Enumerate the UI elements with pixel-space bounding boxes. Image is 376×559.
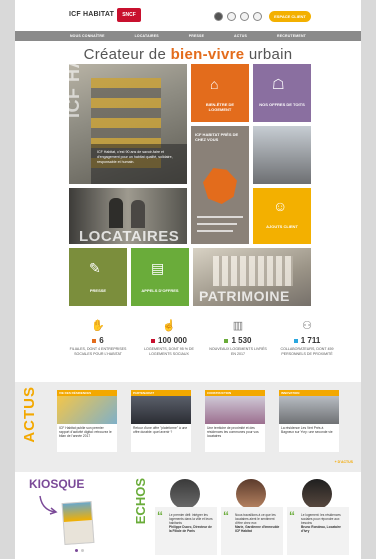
feather-icon: ✎ <box>89 260 101 276</box>
page: ICF HABITAT SNCF ESPACE CLIENT NOUS CONN… <box>15 0 361 559</box>
quote-icon: “ <box>289 509 295 523</box>
header: ICF HABITAT SNCF ESPACE CLIENT <box>15 0 361 30</box>
avatar <box>236 479 266 509</box>
actus-section: ACTUS VIE DES RÉSIDENCES ICF Habitat pub… <box>15 382 361 472</box>
sncf-badge: SNCF <box>117 8 141 22</box>
tile-biens[interactable]: ⌂ BIEN-ÊTRE DE LOGEMENT <box>191 64 249 122</box>
tile-map[interactable]: ICF HABITAT PRÈS DE CHEZ VOUS <box>191 126 249 244</box>
kiosque-title: KIOSQUE <box>29 477 85 491</box>
stat-nouveaux: ▥ 1 530 NOUVEAUX LOGEMENTS LIVRÉS EN 201… <box>209 320 267 356</box>
building-photo[interactable]: ICF Habitat, c'est 90 ans de savoir-fair… <box>69 64 187 184</box>
nav-item-locataires[interactable]: LOCATAIRES <box>135 34 159 38</box>
news-card[interactable]: INNOVATION La résidence Les Vert Prés à … <box>279 390 339 452</box>
news-card[interactable]: PARTENARIAT Retour d'une offre "platefor… <box>131 390 191 452</box>
main-nav: NOUS CONNAÎTRE LOCATAIRES PRESSE ACTUS R… <box>15 31 361 41</box>
news-image <box>57 396 117 424</box>
people-icon: ⚇ <box>302 320 312 332</box>
news-image <box>205 396 265 424</box>
france-map-icon <box>203 168 237 204</box>
quote-icon: “ <box>223 509 229 523</box>
nav-item-presse[interactable]: PRESSE <box>189 34 204 38</box>
carousel-dot[interactable] <box>81 549 84 552</box>
avatar <box>302 479 332 509</box>
carousel-dot[interactable] <box>75 549 78 552</box>
locataires-photo[interactable]: LOCATAIRES <box>69 188 187 244</box>
social-icon[interactable] <box>227 12 236 21</box>
magazine-cover[interactable] <box>61 501 95 545</box>
quote-icon: “ <box>157 509 163 523</box>
patrimoine-photo[interactable]: PATRIMOINE <box>193 248 311 306</box>
locataires-label: LOCATAIRES <box>79 228 180 244</box>
arrow-icon <box>39 495 58 515</box>
icf-vertical-word: ICF HABITAT <box>69 64 84 118</box>
stat-logements: ☝ 100 000 LOGEMENTS, DONT 95 % DE LOGEME… <box>139 319 199 356</box>
accessibility-icon[interactable] <box>214 12 223 21</box>
nav-item-nous-connaitre[interactable]: NOUS CONNAÎTRE <box>70 34 105 38</box>
hands-icon: ✋ <box>91 320 105 332</box>
echos-title: ECHOS <box>133 478 148 525</box>
client-space-button[interactable]: ESPACE CLIENT <box>269 11 311 22</box>
news-card[interactable]: CONSTRUCTION Une territoire de proximité… <box>205 390 265 452</box>
hand-key-icon: ☝ <box>162 320 176 332</box>
echo-card[interactable]: “ Le premier défi: intégrer les logement… <box>155 479 217 557</box>
news-image <box>279 396 339 424</box>
nav-item-actus[interactable]: ACTUS <box>234 34 247 38</box>
social-icon[interactable] <box>240 12 249 21</box>
logo[interactable]: ICF HABITAT <box>69 11 114 18</box>
document-icon: ▤ <box>151 260 165 276</box>
tile-appels[interactable]: ▤ APPELS D'OFFRES <box>131 248 189 306</box>
echo-card[interactable]: “ Le logement: les résidences sociales p… <box>287 479 349 557</box>
street-photo[interactable] <box>253 126 311 184</box>
icf-description: ICF Habitat, c'est 90 ans de savoir-fair… <box>97 150 173 164</box>
news-card[interactable]: VIE DES RÉSIDENCES ICF Habitat publie so… <box>57 390 117 452</box>
tile-ajouts[interactable]: ☺ AJOUTS CLIENT <box>253 188 311 244</box>
news-image <box>131 396 191 424</box>
tile-presse[interactable]: ✎ PRESSE <box>69 248 127 306</box>
stat-filiales: ✋ 6 FILIALES, DONT 4 ENTREPRISES SOCIALE… <box>69 320 127 356</box>
person-icon: ☺ <box>273 198 288 214</box>
page-title: Créateur de bien-vivre urbain <box>83 46 293 63</box>
tile-offres[interactable]: ☖ NOS OFFRES DE TOITS <box>253 64 311 122</box>
echo-card[interactable]: “ Nous travaillons à ce que les locatair… <box>221 479 283 557</box>
building-icon: ▥ <box>232 320 244 332</box>
house-icon: ⌂ <box>210 76 219 92</box>
more-news-link[interactable]: + D'ACTUS <box>335 460 353 464</box>
patrimoine-label: PATRIMOINE <box>199 288 290 304</box>
actus-title: ACTUS <box>21 386 38 443</box>
stat-collaborateurs: ⚇ 1 711 COLLABORATEURS, DONT 459 PERSONN… <box>277 319 337 356</box>
avatar <box>170 479 200 509</box>
nav-item-recrutement[interactable]: RECRUTEMENT <box>277 34 306 38</box>
social-icon[interactable] <box>253 12 262 21</box>
hand-house-icon: ☖ <box>272 76 285 92</box>
